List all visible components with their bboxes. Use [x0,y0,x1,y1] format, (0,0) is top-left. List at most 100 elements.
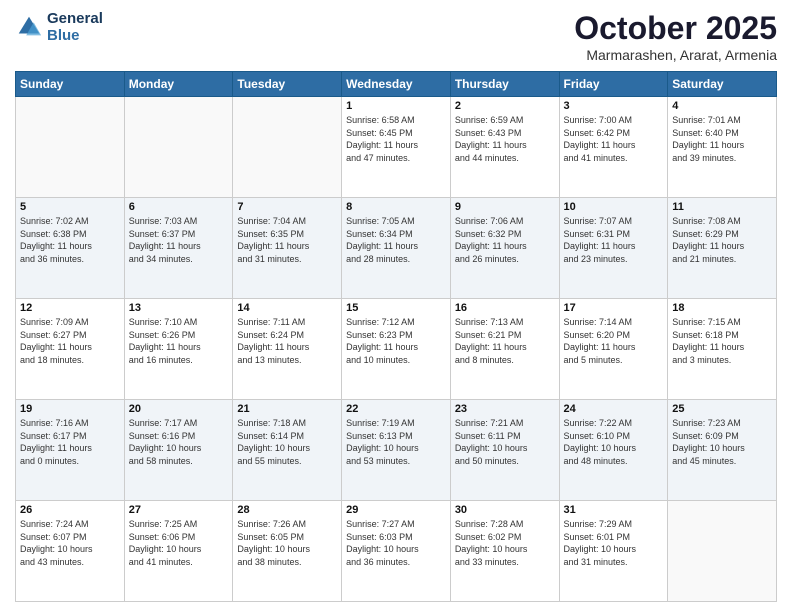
calendar: Sunday Monday Tuesday Wednesday Thursday… [15,71,777,602]
cell-w2-d5: 17 Sunrise: 7:14 AM Sunset: 6:20 PM Dayli… [559,299,668,400]
cell-w4-d5: 31Sunrise: 7:29 AM Sunset: 6:01 PM Dayli… [559,501,668,602]
cell-w0-d4: 2 Sunrise: 6:59 AM Sunset: 6:43 PM Daylig… [450,97,559,198]
cell-w2-d3: 15Sunrise: 7:12 AM Sunset: 6:23 PM Dayli… [342,299,451,400]
day-info: Sunrise: 7:04 AM Sunset: 6:35 PM Dayligh… [237,215,337,265]
day-number: 29 [346,504,446,516]
day-number: 28 [237,504,337,516]
day-number: 5 [20,201,120,213]
day-info: Sunrise: 7:05 AM Sunset: 6:34 PM Dayligh… [346,215,446,265]
cell-w2-d4: 16Sunrise: 7:13 AM Sunset: 6:21 PM Dayli… [450,299,559,400]
day-info: Sunrise: 7:06 AM Sunset: 6:32 PM Dayligh… [455,215,555,265]
week-row-0: 1 Sunrise: 6:58 AM Sunset: 6:45 PM Daylig… [16,97,777,198]
day-number: 10 [564,201,664,213]
day-info: Sunrise: 7:23 AM Sunset: 6:09 PM Dayligh… [672,417,772,467]
day-info: Sunrise: 7:26 AM Sunset: 6:05 PM Dayligh… [237,518,337,568]
cell-w1-d6: 11 Sunrise: 7:08 AM Sunset: 6:29 PM Dayli… [668,198,777,299]
location: Marmarashen, Ararat, Armenia [574,47,777,63]
week-row-2: 12 Sunrise: 7:09 AM Sunset: 6:27 PM Dayli… [16,299,777,400]
day-info: Sunrise: 7:27 AM Sunset: 6:03 PM Dayligh… [346,518,446,568]
day-info: Sunrise: 7:15 AM Sunset: 6:18 PM Dayligh… [672,316,772,366]
cell-w1-d4: 9 Sunrise: 7:06 AM Sunset: 6:32 PM Daylig… [450,198,559,299]
cell-w3-d2: 21Sunrise: 7:18 AM Sunset: 6:14 PM Dayli… [233,400,342,501]
day-number: 11 [672,201,772,213]
cell-w4-d2: 28 Sunrise: 7:26 AM Sunset: 6:05 PM Dayli… [233,501,342,602]
cell-w0-d6: 4Sunrise: 7:01 AM Sunset: 6:40 PM Daylig… [668,97,777,198]
day-info: Sunrise: 7:25 AM Sunset: 6:06 PM Dayligh… [129,518,229,568]
cell-w3-d6: 25 Sunrise: 7:23 AM Sunset: 6:09 PM Dayli… [668,400,777,501]
day-number: 12 [20,302,120,314]
day-number: 21 [237,403,337,415]
week-row-3: 19Sunrise: 7:16 AM Sunset: 6:17 PM Dayli… [16,400,777,501]
cell-w4-d1: 27Sunrise: 7:25 AM Sunset: 6:06 PM Dayli… [124,501,233,602]
calendar-header-row: Sunday Monday Tuesday Wednesday Thursday… [16,72,777,97]
page: General Blue October 2025 Marmarashen, A… [0,0,792,612]
cell-w1-d0: 5 Sunrise: 7:02 AM Sunset: 6:38 PM Daylig… [16,198,125,299]
day-number: 14 [237,302,337,314]
day-info: Sunrise: 7:03 AM Sunset: 6:37 PM Dayligh… [129,215,229,265]
day-info: Sunrise: 7:29 AM Sunset: 6:01 PM Dayligh… [564,518,664,568]
day-number: 1 [346,100,446,112]
col-wednesday: Wednesday [342,72,451,97]
day-info: Sunrise: 7:09 AM Sunset: 6:27 PM Dayligh… [20,316,120,366]
col-friday: Friday [559,72,668,97]
header: General Blue October 2025 Marmarashen, A… [15,10,777,63]
day-info: Sunrise: 7:10 AM Sunset: 6:26 PM Dayligh… [129,316,229,366]
cell-w3-d3: 22Sunrise: 7:19 AM Sunset: 6:13 PM Dayli… [342,400,451,501]
cell-w1-d5: 10Sunrise: 7:07 AM Sunset: 6:31 PM Dayli… [559,198,668,299]
day-info: Sunrise: 7:11 AM Sunset: 6:24 PM Dayligh… [237,316,337,366]
day-number: 18 [672,302,772,314]
logo-icon [15,13,43,41]
month-title: October 2025 [574,10,777,47]
cell-w0-d5: 3Sunrise: 7:00 AM Sunset: 6:42 PM Daylig… [559,97,668,198]
day-info: Sunrise: 7:17 AM Sunset: 6:16 PM Dayligh… [129,417,229,467]
day-info: Sunrise: 7:08 AM Sunset: 6:29 PM Dayligh… [672,215,772,265]
title-block: October 2025 Marmarashen, Ararat, Armeni… [574,10,777,63]
day-number: 15 [346,302,446,314]
day-number: 26 [20,504,120,516]
cell-w3-d1: 20 Sunrise: 7:17 AM Sunset: 6:16 PM Dayli… [124,400,233,501]
day-info: Sunrise: 7:13 AM Sunset: 6:21 PM Dayligh… [455,316,555,366]
cell-w1-d2: 7 Sunrise: 7:04 AM Sunset: 6:35 PM Daylig… [233,198,342,299]
day-info: Sunrise: 7:21 AM Sunset: 6:11 PM Dayligh… [455,417,555,467]
day-number: 9 [455,201,555,213]
day-info: Sunrise: 7:00 AM Sunset: 6:42 PM Dayligh… [564,114,664,164]
day-number: 4 [672,100,772,112]
day-number: 20 [129,403,229,415]
cell-w1-d1: 6Sunrise: 7:03 AM Sunset: 6:37 PM Daylig… [124,198,233,299]
day-info: Sunrise: 7:22 AM Sunset: 6:10 PM Dayligh… [564,417,664,467]
cell-w4-d6 [668,501,777,602]
day-number: 8 [346,201,446,213]
day-info: Sunrise: 6:58 AM Sunset: 6:45 PM Dayligh… [346,114,446,164]
day-info: Sunrise: 7:02 AM Sunset: 6:38 PM Dayligh… [20,215,120,265]
day-info: Sunrise: 7:19 AM Sunset: 6:13 PM Dayligh… [346,417,446,467]
day-info: Sunrise: 7:16 AM Sunset: 6:17 PM Dayligh… [20,417,120,467]
cell-w3-d4: 23Sunrise: 7:21 AM Sunset: 6:11 PM Dayli… [450,400,559,501]
cell-w0-d1 [124,97,233,198]
week-row-1: 5 Sunrise: 7:02 AM Sunset: 6:38 PM Daylig… [16,198,777,299]
col-thursday: Thursday [450,72,559,97]
logo-text: General Blue [47,10,103,44]
cell-w0-d0 [16,97,125,198]
cell-w2-d1: 13Sunrise: 7:10 AM Sunset: 6:26 PM Dayli… [124,299,233,400]
col-sunday: Sunday [16,72,125,97]
day-info: Sunrise: 7:24 AM Sunset: 6:07 PM Dayligh… [20,518,120,568]
cell-w2-d6: 18 Sunrise: 7:15 AM Sunset: 6:18 PM Dayli… [668,299,777,400]
cell-w3-d0: 19Sunrise: 7:16 AM Sunset: 6:17 PM Dayli… [16,400,125,501]
cell-w4-d3: 29 Sunrise: 7:27 AM Sunset: 6:03 PM Dayli… [342,501,451,602]
day-number: 17 [564,302,664,314]
cell-w2-d2: 14 Sunrise: 7:11 AM Sunset: 6:24 PM Dayli… [233,299,342,400]
day-number: 25 [672,403,772,415]
day-number: 30 [455,504,555,516]
day-info: Sunrise: 7:14 AM Sunset: 6:20 PM Dayligh… [564,316,664,366]
cell-w4-d4: 30 Sunrise: 7:28 AM Sunset: 6:02 PM Dayli… [450,501,559,602]
day-number: 7 [237,201,337,213]
col-tuesday: Tuesday [233,72,342,97]
day-info: Sunrise: 6:59 AM Sunset: 6:43 PM Dayligh… [455,114,555,164]
cell-w2-d0: 12 Sunrise: 7:09 AM Sunset: 6:27 PM Dayli… [16,299,125,400]
day-number: 2 [455,100,555,112]
day-number: 24 [564,403,664,415]
week-row-4: 26 Sunrise: 7:24 AM Sunset: 6:07 PM Dayli… [16,501,777,602]
day-info: Sunrise: 7:28 AM Sunset: 6:02 PM Dayligh… [455,518,555,568]
cell-w3-d5: 24 Sunrise: 7:22 AM Sunset: 6:10 PM Dayli… [559,400,668,501]
cell-w0-d3: 1 Sunrise: 6:58 AM Sunset: 6:45 PM Daylig… [342,97,451,198]
